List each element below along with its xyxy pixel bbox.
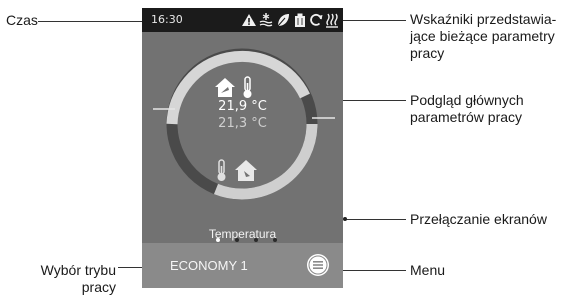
menu-icon[interactable] bbox=[305, 252, 331, 278]
callout-preview: Podgląd głównych parametrów pracy bbox=[410, 92, 524, 126]
filter-icon[interactable] bbox=[292, 11, 308, 29]
indoor-temperature: 21,9 °C bbox=[218, 99, 267, 114]
callout-switch-line bbox=[345, 219, 406, 220]
callout-mode: Wybór trybu pracy bbox=[24, 262, 116, 296]
callout-indicators: Wskaźniki przedstawia- jące bieżące para… bbox=[410, 11, 556, 62]
callout-menu: Menu bbox=[410, 262, 446, 278]
callout-indicators-line1: Wskaźniki przedstawia- bbox=[410, 11, 557, 27]
callout-indicators-line3: pracy bbox=[410, 45, 445, 61]
page-dot[interactable] bbox=[254, 238, 258, 242]
page-dot[interactable] bbox=[273, 238, 277, 242]
gauge-outdoor-arc bbox=[213, 123, 318, 200]
clock: 16:30 bbox=[151, 13, 183, 26]
mode-bar[interactable]: ECONOMY 1 bbox=[142, 243, 343, 288]
callout-mode-line2: pracy bbox=[81, 279, 116, 295]
callout-preview-line1: Podgląd głównych bbox=[410, 92, 524, 108]
thermometer-icon bbox=[243, 76, 252, 98]
callout-switch: Przełączanie ekranów bbox=[410, 211, 547, 227]
heater-icon[interactable] bbox=[324, 11, 340, 29]
leaf-icon[interactable] bbox=[275, 11, 291, 29]
mode-selector[interactable]: ECONOMY 1 bbox=[170, 258, 248, 273]
screen-label: Temperatura bbox=[208, 227, 277, 241]
callout-switch-dot bbox=[343, 217, 347, 221]
thermometer-icon bbox=[217, 159, 226, 181]
page-dot[interactable] bbox=[235, 238, 239, 242]
refresh-icon[interactable] bbox=[308, 11, 324, 29]
callout-mode-line1: Wybór trybu bbox=[40, 262, 116, 278]
house-icon bbox=[235, 160, 257, 181]
callout-time-line bbox=[38, 21, 150, 22]
device-screen: 16:30 21,9 °C 21,3 °C Temperatura ECONOM… bbox=[142, 8, 343, 288]
callout-preview-line2: parametrów pracy bbox=[410, 109, 523, 125]
outdoor-temperature: 21,3 °C bbox=[218, 116, 267, 131]
defrost-icon[interactable] bbox=[258, 11, 274, 29]
house-icon bbox=[215, 78, 235, 97]
warning-icon[interactable] bbox=[241, 11, 257, 29]
callout-indicators-line bbox=[334, 20, 406, 21]
callout-indicators-line2: jące bieżące parametry bbox=[410, 28, 555, 44]
callout-time: Czas bbox=[6, 12, 38, 28]
page-dot[interactable] bbox=[216, 238, 220, 242]
status-bar: 16:30 bbox=[142, 8, 343, 32]
